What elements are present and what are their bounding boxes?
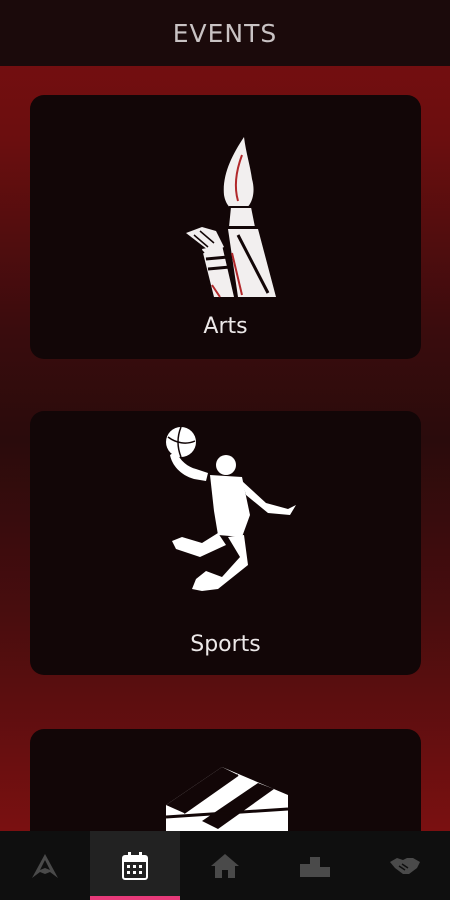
- calendar-icon: [122, 851, 148, 880]
- nav-item-sponsors[interactable]: [360, 831, 450, 900]
- card-label-sports: Sports: [190, 632, 261, 657]
- handshake-icon: [390, 857, 420, 874]
- nav-item-events[interactable]: [90, 831, 180, 900]
- logo-icon: [32, 853, 58, 878]
- event-card-sports[interactable]: Sports: [30, 411, 421, 675]
- podium-icon: [300, 856, 330, 877]
- nav-item-home[interactable]: [180, 831, 270, 900]
- page-title: EVENTS: [172, 18, 278, 48]
- home-icon: [211, 853, 239, 878]
- bottom-navbar: [0, 831, 450, 900]
- app-header: EVENTS: [0, 0, 450, 66]
- basketball-player-icon: [166, 426, 296, 591]
- events-screen: EVENTS Arts Sports: [0, 0, 450, 900]
- card-label-arts: Arts: [203, 314, 248, 339]
- nav-item-logo[interactable]: [0, 831, 90, 900]
- paintbrush-icon: [186, 137, 276, 298]
- nav-item-leaderboard[interactable]: [270, 831, 360, 900]
- event-card-arts[interactable]: Arts: [30, 95, 421, 359]
